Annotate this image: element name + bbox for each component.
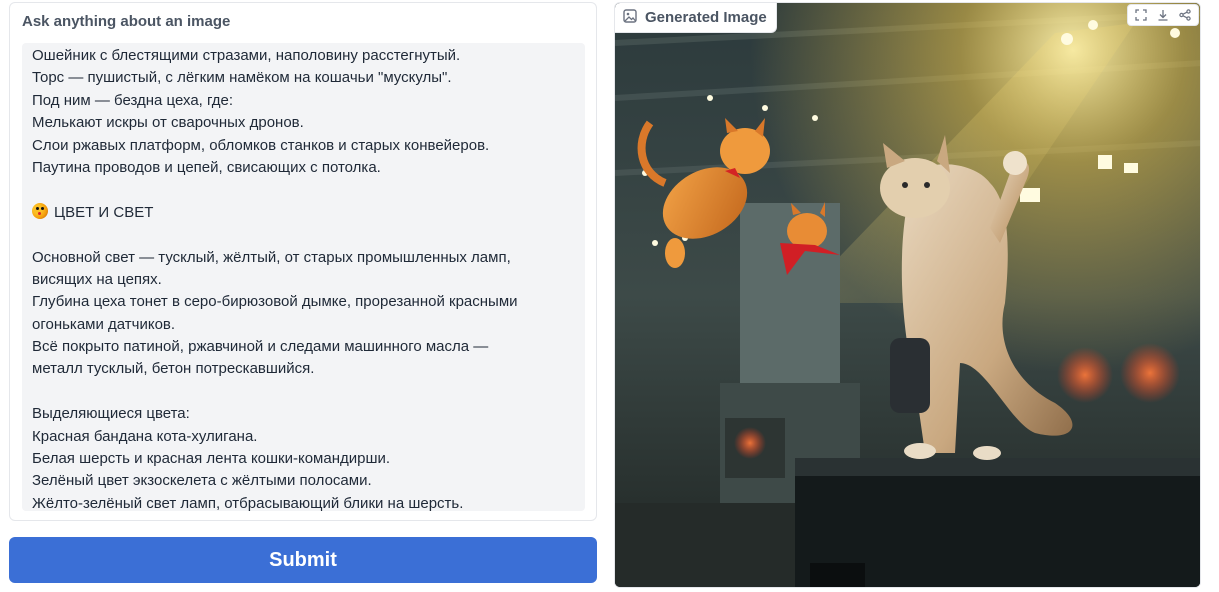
- prompt-line: Основной свет — тусклый, жёлтый, от стар…: [32, 248, 511, 266]
- prompt-line: Зелёный цвет экзоскелета с жёлтыми полос…: [32, 472, 372, 490]
- prompt-line: Ошейник с блестящими стразами, наполовин…: [32, 47, 461, 64]
- submit-button[interactable]: Submit: [9, 537, 597, 583]
- generated-image: [615, 3, 1200, 587]
- image-toolbar: [1127, 4, 1199, 26]
- image-icon: [623, 8, 637, 27]
- prompt-label: Ask anything about an image: [22, 13, 231, 30]
- share-icon[interactable]: [1175, 6, 1195, 24]
- generated-image-title: Generated Image: [645, 9, 767, 26]
- generated-image-panel: Generated Image: [614, 2, 1201, 588]
- prompt-line: металл тусклый, бетон потрескавшийся.: [32, 360, 315, 378]
- prompt-line: огоньками датчиков.: [32, 315, 176, 333]
- prompt-heading-text: ЦВЕТ И СВЕТ: [54, 203, 154, 221]
- prompt-line: Жёлто-зелёный свет ламп, отбрасывающий б…: [32, 494, 464, 511]
- prompt-line: Торс — пушистый, с лёгким намёком на кош…: [32, 69, 452, 87]
- artist-palette-icon: [32, 202, 48, 219]
- prompt-line: Выделяющиеся цвета:: [32, 405, 190, 423]
- prompt-line: [32, 224, 575, 246]
- prompt-line: Глубина цеха тонет в серо-бирюзовой дымк…: [32, 293, 518, 311]
- prompt-line: висящих на цепях.: [32, 270, 162, 288]
- generated-image-label: Generated Image: [615, 3, 777, 33]
- prompt-textarea[interactable]: Ошейник с блестящими стразами, наполовин…: [22, 43, 585, 511]
- prompt-panel: Ask anything about an image Ошейник с бл…: [9, 2, 597, 521]
- prompt-line: [32, 381, 575, 403]
- prompt-line: Всё покрыто патиной, ржавчиной и следами…: [32, 338, 489, 356]
- prompt-line: Паутина проводов и цепей, свисающих с по…: [32, 158, 381, 176]
- prompt-heading-line: ЦВЕТ И СВЕТ: [32, 202, 575, 224]
- download-icon[interactable]: [1153, 6, 1173, 24]
- prompt-line: Под ним — бездна цеха, где:: [32, 91, 234, 109]
- fullscreen-icon[interactable]: [1131, 6, 1151, 24]
- prompt-line: [32, 179, 575, 201]
- prompt-line: Мелькают искры от сварочных дронов.: [32, 114, 304, 132]
- prompt-line: Слои ржавых платформ, обломков станков и…: [32, 136, 490, 154]
- prompt-line: Белая шерсть и красная лента кошки-коман…: [32, 450, 391, 468]
- prompt-line: Красная бандана кота-хулигана.: [32, 427, 258, 445]
